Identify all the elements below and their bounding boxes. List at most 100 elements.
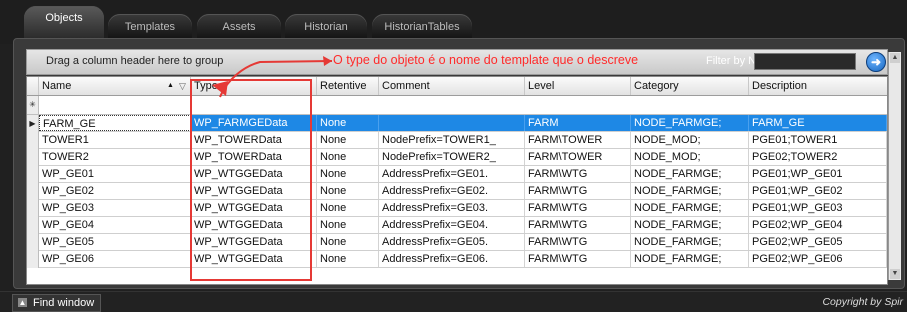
cell-retentive[interactable]: None xyxy=(317,217,379,233)
cell-description[interactable]: PGE02;TOWER2 xyxy=(749,149,887,165)
column-header-level[interactable]: Level xyxy=(525,77,631,95)
row-indicator[interactable] xyxy=(27,234,39,251)
row-indicator[interactable] xyxy=(27,149,39,166)
cell-name[interactable]: WP_GE03 xyxy=(39,200,191,216)
filter-icon[interactable]: ▽ xyxy=(179,77,186,95)
cell-comment[interactable]: AddressPrefix=GE06. xyxy=(379,251,525,267)
table-row[interactable]: TOWER2 WP_TOWERData None NodePrefix=TOWER2_… xyxy=(27,149,887,166)
cell-description[interactable]: FARM_GE xyxy=(749,115,887,131)
table-row[interactable]: WP_GE05 WP_WTGGEData None AddressPrefix=GE0… xyxy=(27,234,887,251)
row-indicator[interactable] xyxy=(27,200,39,217)
column-header-category[interactable]: Category xyxy=(631,77,749,95)
cell-description[interactable]: PGE02;WP_GE06 xyxy=(749,251,887,267)
cell-name[interactable]: WP_GE01 xyxy=(39,166,191,182)
column-header-description[interactable]: Description xyxy=(749,77,887,95)
cell-description[interactable]: PGE02;WP_GE04 xyxy=(749,217,887,233)
cell-type[interactable]: WP_WTGGEData xyxy=(191,251,317,267)
cell-retentive[interactable]: None xyxy=(317,234,379,250)
table-row[interactable]: WP_GE04 WP_WTGGEData None AddressPrefix=GE0… xyxy=(27,217,887,234)
table-row[interactable]: TOWER1 WP_TOWERData None NodePrefix=TOWER1_… xyxy=(27,132,887,149)
cell-type[interactable]: WP_WTGGEData xyxy=(191,200,317,216)
cell-name[interactable]: WP_GE04 xyxy=(39,217,191,233)
cell-comment[interactable]: AddressPrefix=GE03. xyxy=(379,200,525,216)
cell-level[interactable]: FARM\TOWER xyxy=(525,149,631,165)
cell-category[interactable]: NODE_FARMGE; xyxy=(631,200,749,216)
cell-type[interactable]: WP_WTGGEData xyxy=(191,166,317,182)
scroll-down-icon[interactable]: ▼ xyxy=(890,269,900,279)
cell-category[interactable]: NODE_FARMGE; xyxy=(631,115,749,131)
tab-templates[interactable]: Templates xyxy=(108,14,192,38)
cell-category[interactable]: NODE_MOD; xyxy=(631,149,749,165)
cell-description[interactable]: PGE01;WP_GE02 xyxy=(749,183,887,199)
filter-name-input[interactable] xyxy=(754,53,856,70)
cell-type[interactable]: WP_WTGGEData xyxy=(191,234,317,250)
cell-retentive[interactable]: None xyxy=(317,251,379,267)
tab-historian[interactable]: Historian xyxy=(285,14,367,38)
cell-comment[interactable]: NodePrefix=TOWER1_ xyxy=(379,132,525,148)
table-row[interactable]: WP_GE02 WP_WTGGEData None AddressPrefix=GE0… xyxy=(27,183,887,200)
cell-comment[interactable]: AddressPrefix=GE04. xyxy=(379,217,525,233)
cell-level[interactable]: FARM\WTG xyxy=(525,251,631,267)
cell-description[interactable]: PGE01;WP_GE01 xyxy=(749,166,887,182)
cell-category[interactable]: NODE_FARMGE; xyxy=(631,234,749,250)
cell-category[interactable]: NODE_FARMGE; xyxy=(631,251,749,267)
cell-category[interactable]: NODE_FARMGE; xyxy=(631,217,749,233)
cell-category[interactable]: NODE_FARMGE; xyxy=(631,166,749,182)
cell-type[interactable]: WP_TOWERData xyxy=(191,132,317,148)
cell-name[interactable]: FARM_GE xyxy=(39,115,191,131)
row-indicator[interactable] xyxy=(27,217,39,234)
new-row[interactable]: ✳ xyxy=(27,96,887,115)
column-header-name[interactable]: Name ▲ ▽ xyxy=(39,77,191,95)
table-row[interactable]: WP_GE06 WP_WTGGEData None AddressPrefix=GE0… xyxy=(27,251,887,268)
column-header-type[interactable]: Type xyxy=(191,77,317,95)
cell-comment[interactable]: AddressPrefix=GE01. xyxy=(379,166,525,182)
cell-level[interactable]: FARM\WTG xyxy=(525,234,631,250)
cell-level[interactable]: FARM xyxy=(525,115,631,131)
cell-level[interactable]: FARM\WTG xyxy=(525,217,631,233)
cell-name[interactable]: TOWER1 xyxy=(39,132,191,148)
cell-category[interactable]: NODE_MOD; xyxy=(631,132,749,148)
cell-description[interactable]: PGE01;TOWER1 xyxy=(749,132,887,148)
cell-name[interactable]: WP_GE05 xyxy=(39,234,191,250)
tab-historian-tables[interactable]: HistorianTables xyxy=(372,14,472,38)
cell-description[interactable]: PGE01;WP_GE03 xyxy=(749,200,887,216)
cell-comment[interactable]: AddressPrefix=GE02. xyxy=(379,183,525,199)
find-window-button[interactable]: ▲ Find window xyxy=(12,294,102,312)
cell-category[interactable]: NODE_FARMGE; xyxy=(631,183,749,199)
cell-type[interactable]: WP_WTGGEData xyxy=(191,183,317,199)
cell-retentive[interactable]: None xyxy=(317,115,379,131)
scroll-up-icon[interactable]: ▲ xyxy=(890,53,900,63)
current-row-arrow-icon[interactable]: ▶ xyxy=(27,115,39,132)
cell-comment[interactable]: AddressPrefix=GE05. xyxy=(379,234,525,250)
cell-type[interactable]: WP_TOWERData xyxy=(191,149,317,165)
row-indicator[interactable] xyxy=(27,183,39,200)
row-indicator[interactable] xyxy=(27,251,39,268)
row-indicator[interactable] xyxy=(27,166,39,183)
row-indicator[interactable] xyxy=(27,132,39,149)
cell-type[interactable]: WP_WTGGEData xyxy=(191,217,317,233)
cell-name[interactable]: WP_GE02 xyxy=(39,183,191,199)
column-header-retentive[interactable]: Retentive xyxy=(317,77,379,95)
column-header-comment[interactable]: Comment xyxy=(379,77,525,95)
cell-description[interactable]: PGE02;WP_GE05 xyxy=(749,234,887,250)
go-arrow-icon[interactable]: ➜ xyxy=(866,52,886,72)
cell-comment[interactable]: NodePrefix=TOWER2_ xyxy=(379,149,525,165)
table-row[interactable]: WP_GE01 WP_WTGGEData None AddressPrefix=GE0… xyxy=(27,166,887,183)
cell-type[interactable]: WP_FARMGEData xyxy=(191,115,317,131)
tab-objects[interactable]: Objects xyxy=(24,6,104,38)
cell-retentive[interactable]: None xyxy=(317,149,379,165)
table-row[interactable]: WP_GE03 WP_WTGGEData None AddressPrefix=GE0… xyxy=(27,200,887,217)
cell-retentive[interactable]: None xyxy=(317,132,379,148)
tab-assets[interactable]: Assets xyxy=(197,14,281,38)
cell-level[interactable]: FARM\WTG xyxy=(525,183,631,199)
table-row[interactable]: ▶ FARM_GE WP_FARMGEData None FARM NODE_FARMGE… xyxy=(27,115,887,132)
cell-retentive[interactable]: None xyxy=(317,183,379,199)
vertical-scrollbar[interactable]: ▲ ▼ xyxy=(888,52,901,280)
cell-level[interactable]: FARM\WTG xyxy=(525,166,631,182)
cell-name[interactable]: WP_GE06 xyxy=(39,251,191,267)
cell-name[interactable]: TOWER2 xyxy=(39,149,191,165)
cell-comment[interactable] xyxy=(379,115,525,131)
cell-retentive[interactable]: None xyxy=(317,200,379,216)
cell-retentive[interactable]: None xyxy=(317,166,379,182)
cell-level[interactable]: FARM\TOWER xyxy=(525,132,631,148)
